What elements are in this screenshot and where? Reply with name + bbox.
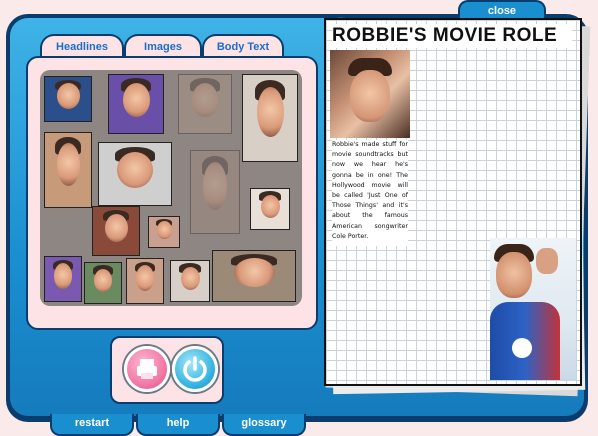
article-photo-cheering[interactable] xyxy=(490,238,576,380)
gallery-image-small-portrait[interactable] xyxy=(250,188,290,230)
gallery-image-studio[interactable] xyxy=(212,250,296,302)
gallery-image-singing[interactable] xyxy=(44,256,82,302)
gallery-image-shouting-faded[interactable] xyxy=(190,150,240,234)
image-gallery xyxy=(40,70,302,306)
shirt-logo-icon xyxy=(512,338,532,358)
close-button[interactable]: close xyxy=(458,0,546,20)
restart-button[interactable]: restart xyxy=(50,414,134,436)
help-button[interactable]: help xyxy=(136,414,220,436)
gallery-image-jacket[interactable] xyxy=(170,260,210,302)
gallery-image-pointing[interactable] xyxy=(242,74,298,162)
glossary-button[interactable]: glossary xyxy=(222,414,306,436)
photo-fist xyxy=(536,248,558,274)
tab-images[interactable]: Images xyxy=(124,34,202,58)
gallery-image-red-shadow[interactable] xyxy=(92,206,140,256)
photo-face xyxy=(496,252,532,298)
gallery-image-portrait-faded[interactable] xyxy=(178,74,232,134)
gallery-image-crowd[interactable] xyxy=(44,76,92,122)
photo-face xyxy=(350,70,390,122)
power-reset-icon xyxy=(183,356,207,382)
images-panel xyxy=(26,56,318,330)
action-button-tray xyxy=(110,336,224,404)
gallery-image-outdoor[interactable] xyxy=(84,262,122,304)
gallery-image-microphone[interactable] xyxy=(108,74,164,134)
article-headline[interactable]: ROBBIE'S MOVIE ROLE xyxy=(332,24,572,48)
gallery-image-tiny-face[interactable] xyxy=(148,216,180,248)
article-body-text[interactable]: Robbie's made stuff for movie soundtrack… xyxy=(332,140,408,246)
print-button[interactable] xyxy=(124,346,170,392)
reset-button[interactable] xyxy=(172,346,218,392)
gallery-image-shocked[interactable] xyxy=(44,132,92,208)
gallery-image-closeup[interactable] xyxy=(126,258,164,304)
printer-icon xyxy=(137,359,157,379)
gallery-image-black-white[interactable] xyxy=(98,142,172,206)
tab-body-text[interactable]: Body Text xyxy=(202,34,284,58)
tab-headlines[interactable]: Headlines xyxy=(40,34,124,58)
article-page: ROBBIE'S MOVIE ROLE Robbie's made stuff … xyxy=(324,18,582,386)
article-photo-portrait[interactable] xyxy=(330,50,410,138)
